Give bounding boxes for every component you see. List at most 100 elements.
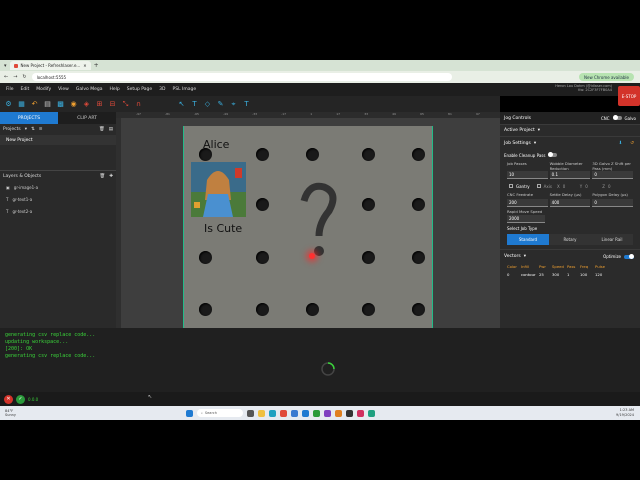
cnc-feedrate-input[interactable]: 200 [507, 199, 548, 207]
node-tool-icon[interactable]: ⌖ [230, 100, 237, 108]
optimize-toggle[interactable] [624, 253, 634, 259]
axis-checkbox[interactable] [536, 184, 541, 188]
confirm-button[interactable]: ✓ [16, 394, 25, 404]
gear-icon[interactable]: ⚙ [5, 100, 12, 108]
shrink-icon[interactable]: ⤡ [122, 100, 129, 108]
file-explorer-icon[interactable] [257, 409, 265, 417]
add-layer-icon[interactable]: ✚ [109, 174, 113, 179]
menu-setup-page[interactable]: Setup Page [127, 87, 152, 92]
back-icon[interactable]: ← [4, 74, 8, 80]
galvo-shift-input[interactable]: 0 [592, 171, 633, 179]
trash-icon[interactable]: 🗑 [100, 174, 106, 179]
grid-view-icon[interactable]: ▩ [57, 100, 64, 108]
active-project-header[interactable]: Active Project ▾ [500, 124, 640, 136]
shape-tool-icon[interactable]: ◇ [204, 100, 211, 108]
app-icon[interactable] [312, 409, 320, 417]
camera-overlay[interactable]: Alice Is Cute [183, 126, 433, 328]
job-type-rotary[interactable]: Rotary [549, 233, 591, 245]
new-file-icon[interactable]: ▤ [109, 127, 113, 132]
menu-view[interactable]: View [58, 87, 69, 92]
browser-tab[interactable]: New Project - Refreshlaser.e... ✕ [9, 61, 91, 70]
menu-3d[interactable]: 3D [159, 87, 165, 92]
file-icon[interactable]: ▤ [44, 100, 51, 108]
undo-icon[interactable]: ↶ [31, 100, 38, 108]
cleanup-toggle[interactable] [548, 152, 558, 157]
cell-freq[interactable]: 100 [580, 272, 593, 277]
menu-psl-image[interactable]: PSL Image [173, 87, 197, 92]
estop-button[interactable]: E-STOP [618, 86, 640, 106]
mail-icon[interactable] [301, 409, 309, 417]
app-icon[interactable] [367, 409, 375, 417]
reset-icon[interactable]: ↺ [630, 141, 634, 146]
project-list-item[interactable]: New Project [0, 135, 116, 145]
job-settings-header[interactable]: Job Settings ▾ ⬇ ↺ [500, 136, 640, 150]
mode-toggle[interactable] [612, 115, 622, 120]
taskbar-search[interactable]: ⌕ Search [196, 409, 243, 417]
gantry-checkbox[interactable] [509, 184, 513, 188]
windows-start-icon[interactable] [185, 409, 193, 417]
filter-icon[interactable]: ≡ [39, 127, 43, 132]
tab-close-icon[interactable]: ✕ [83, 63, 86, 68]
menu-modify[interactable]: Modify [36, 87, 51, 92]
new-tab-icon[interactable]: + [94, 62, 99, 69]
alice-image[interactable] [191, 162, 246, 217]
grid-icon[interactable]: ▦ [18, 100, 25, 108]
job-passes-input[interactable]: 10 [507, 171, 548, 179]
menu-file[interactable]: File [6, 87, 14, 92]
rapid-move-input[interactable]: 2000 [507, 214, 545, 223]
task-view-icon[interactable] [246, 409, 254, 417]
chevron-down-icon[interactable]: ▾ [25, 127, 27, 132]
job-type-standard[interactable]: Standard [507, 233, 549, 245]
z-input[interactable]: 0 [608, 184, 611, 189]
text-tool-icon[interactable]: T [191, 100, 198, 108]
magnet-icon[interactable]: ∩ [135, 100, 142, 108]
tab-clip-art[interactable]: CLIP ART [58, 112, 116, 124]
store-icon[interactable] [290, 409, 298, 417]
taskbar-clock[interactable]: 1:23 AM 9/19/2024 [616, 408, 634, 417]
canvas-text-is-cute[interactable]: Is Cute [204, 222, 242, 235]
job-type-linear-rail[interactable]: Linear Rail [591, 233, 633, 245]
chrome-menu-icon[interactable]: ▾ [4, 63, 7, 69]
polygon-delay-input[interactable]: 0 [592, 199, 633, 207]
pen-tool-icon[interactable]: ✎ [217, 100, 224, 108]
cell-infill[interactable]: contour [521, 272, 537, 277]
projects-label[interactable]: Projects [3, 127, 21, 132]
tab-projects[interactable]: PROJECTS [0, 112, 58, 124]
menu-galvo-mega[interactable]: Galvo Mega [76, 87, 103, 92]
eye-icon[interactable]: ◉ [70, 100, 77, 108]
type-tool-icon[interactable]: T [243, 100, 250, 108]
distribute-icon[interactable]: ⊟ [109, 100, 116, 108]
weather-widget[interactable]: 84°F Sunny [5, 409, 16, 417]
y-input[interactable]: 0 [585, 184, 599, 189]
table-row[interactable]: 0 contour 25 300 1 100 120 [500, 272, 640, 277]
layers-icon[interactable]: ◈ [83, 100, 90, 108]
canvas-text-alice[interactable]: Alice [203, 138, 229, 151]
cell-power[interactable]: 25 [539, 272, 550, 277]
app-icon[interactable] [334, 409, 342, 417]
reload-icon[interactable]: ↻ [22, 74, 26, 80]
app-icon[interactable] [323, 409, 331, 417]
layer-item[interactable]: ▣ gr-image1-a [0, 181, 116, 193]
cell-pass[interactable]: 1 [567, 272, 578, 277]
cell-color[interactable]: 0 [507, 272, 519, 277]
settle-delay-input[interactable]: 400 [549, 199, 591, 207]
forward-icon[interactable]: → [13, 74, 17, 80]
wobble-input[interactable]: 0.1 [549, 171, 591, 179]
layer-item[interactable]: T gr-text1-a [0, 193, 116, 205]
app-icon[interactable] [345, 409, 353, 417]
select-tool-icon[interactable]: ↖ [178, 100, 185, 108]
download-icon[interactable]: ⬇ [618, 141, 622, 146]
url-field[interactable]: localhost:5555 [31, 73, 452, 81]
trash-icon[interactable]: 🗑 [99, 127, 105, 132]
edge-icon[interactable] [268, 409, 276, 417]
sort-icon[interactable]: ⇅ [31, 127, 35, 132]
chrome-icon[interactable] [279, 409, 287, 417]
cell-pulse[interactable]: 120 [595, 272, 607, 277]
chrome-update-button[interactable]: New Chrome available [578, 73, 634, 81]
align-icon[interactable]: ⊞ [96, 100, 103, 108]
menu-help[interactable]: Help [109, 87, 119, 92]
jog-controls-header[interactable]: Jog Controls CNC Galvo [500, 112, 640, 124]
layer-item[interactable]: T gr-text2-a [0, 205, 116, 217]
app-icon[interactable] [356, 409, 364, 417]
vectors-header[interactable]: Vectors ▾ Optimize [500, 248, 640, 264]
